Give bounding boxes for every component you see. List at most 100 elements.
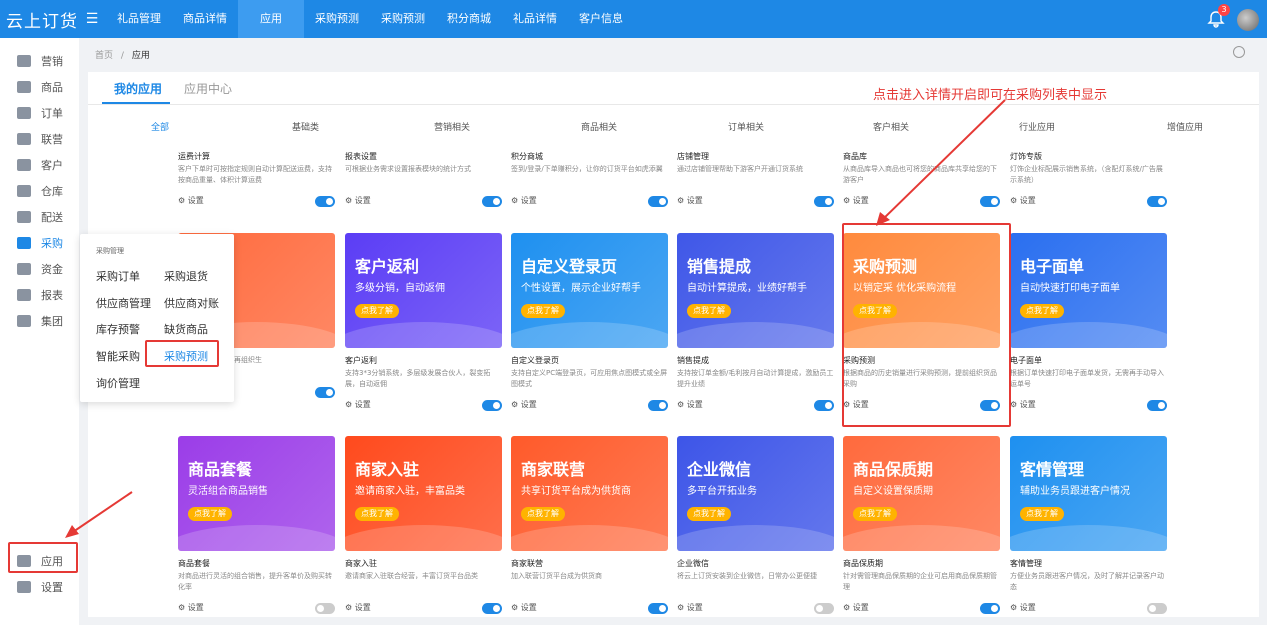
top-nav-item[interactable]: 采购预测: [304, 0, 370, 38]
category-tab[interactable]: 订单相关: [728, 120, 764, 133]
app-card[interactable]: 灯饰专版 灯饰企业标配展示销售系统，（含配灯系统/广告展示系统） ⚙ 设置: [1010, 151, 1167, 211]
card-banner[interactable]: 客情管理 辅助业务员跟进客户情况 点我了解: [1010, 436, 1167, 551]
app-card[interactable]: 店铺管理 通过店铺管理帮助下游客户开通订货系统 ⚙ 设置: [677, 151, 834, 211]
refresh-icon[interactable]: [1233, 46, 1245, 58]
learn-more-button[interactable]: 点我了解: [687, 507, 731, 521]
top-nav-item[interactable]: 客户信息: [568, 0, 634, 38]
learn-more-button[interactable]: 点我了解: [687, 304, 731, 318]
settings-link[interactable]: ⚙ 设置: [843, 195, 869, 206]
app-card[interactable]: 商家入驻 邀请商家入驻，丰富品类 点我了解 商家入驻 邀请商家入驻联合经营，丰富订货平台…: [345, 436, 502, 617]
settings-link[interactable]: ⚙ 设置: [677, 602, 703, 613]
category-tab[interactable]: 行业应用: [1019, 120, 1055, 133]
enable-toggle[interactable]: [648, 400, 668, 411]
sidebar-item[interactable]: 联营: [0, 126, 79, 152]
category-tab[interactable]: 增值应用: [1167, 120, 1203, 133]
submenu-item[interactable]: 供应商管理: [96, 295, 151, 311]
enable-toggle[interactable]: [814, 196, 834, 207]
top-nav-item[interactable]: 礼品管理: [106, 0, 172, 38]
breadcrumb-home[interactable]: 首页: [95, 51, 113, 61]
enable-toggle[interactable]: [1147, 196, 1167, 207]
enable-toggle[interactable]: [315, 603, 335, 614]
app-card[interactable]: 商品套餐 灵活组合商品销售 点我了解 商品套餐 对商品进行灵活的组合销售，提升客单价及购…: [178, 436, 335, 617]
app-card[interactable]: 商品保质期 自定义设置保质期 点我了解 商品保质期 针对需管理商品保质期的企业可启用商品…: [843, 436, 1000, 617]
enable-toggle[interactable]: [1147, 603, 1167, 614]
category-tab[interactable]: 客户相关: [873, 120, 909, 133]
settings-link[interactable]: ⚙ 设置: [345, 195, 371, 206]
app-card[interactable]: 运费计算 客户下单时可按指定规则自动计算配送运费，支持按商品重量、体积计算运费 ⚙ …: [178, 151, 335, 211]
category-tab[interactable]: 全部: [151, 120, 169, 133]
tab-my-apps[interactable]: 我的应用: [114, 80, 162, 97]
card-banner[interactable]: 电子面单 自动快速打印电子面单 点我了解: [1010, 233, 1167, 348]
category-tab[interactable]: 商品相关: [581, 120, 617, 133]
app-card[interactable]: 自定义登录页 个性设置，展示企业好帮手 点我了解 自定义登录页 支持自定义PC端登录页，…: [511, 233, 668, 415]
learn-more-button[interactable]: 点我了解: [1020, 507, 1064, 521]
sidebar-item[interactable]: 集团: [0, 308, 79, 334]
submenu-item[interactable]: 采购退货: [164, 268, 208, 284]
app-card[interactable]: 企业微信 多平台开拓业务 点我了解 企业微信 将云上订货安装到企业微信，日常办公更便捷 ⚙…: [677, 436, 834, 617]
enable-toggle[interactable]: [1147, 400, 1167, 411]
submenu-item[interactable]: 库存预警: [96, 321, 140, 337]
sidebar-item[interactable]: 订单: [0, 100, 79, 126]
enable-toggle[interactable]: [315, 196, 335, 207]
logo[interactable]: 云上订货: [0, 7, 78, 32]
settings-link[interactable]: ⚙ 设置: [1010, 399, 1036, 410]
enable-toggle[interactable]: [482, 603, 502, 614]
sidebar-item[interactable]: 报表: [0, 282, 79, 308]
top-nav-item[interactable]: 采购预测: [370, 0, 436, 38]
settings-link[interactable]: ⚙ 设置: [511, 195, 537, 206]
settings-link[interactable]: ⚙ 设置: [511, 602, 537, 613]
app-card[interactable]: 销售提成 自动计算提成，业绩好帮手 点我了解 销售提成 支持按订单金额/毛利按月自动计算…: [677, 233, 834, 415]
sidebar-item[interactable]: 仓库: [0, 178, 79, 204]
app-card[interactable]: 电子面单 自动快速打印电子面单 点我了解 电子面单 根据订单快速打印电子面单发货，无需再…: [1010, 233, 1167, 415]
app-card[interactable]: 商家联营 共享订货平台成为供货商 点我了解 商家联营 加入联营订货平台成为供货商 ⚙ 设置: [511, 436, 668, 617]
enable-toggle[interactable]: [980, 603, 1000, 614]
sidebar-item[interactable]: 商品: [0, 74, 79, 100]
card-banner[interactable]: 商家入驻 邀请商家入驻，丰富品类 点我了解: [345, 436, 502, 551]
enable-toggle[interactable]: [315, 387, 335, 398]
settings-link[interactable]: ⚙ 设置: [677, 195, 703, 206]
enable-toggle[interactable]: [648, 603, 668, 614]
settings-link[interactable]: ⚙ 设置: [677, 399, 703, 410]
sidebar-bottom-item[interactable]: 设置: [0, 574, 79, 600]
card-banner[interactable]: 客户返利 多级分销，自动返佣 点我了解: [345, 233, 502, 348]
sidebar-item[interactable]: 采购: [0, 230, 79, 256]
top-nav-item[interactable]: 礼品详情: [502, 0, 568, 38]
learn-more-button[interactable]: 点我了解: [521, 304, 565, 318]
submenu-item[interactable]: 智能采购: [96, 348, 140, 364]
learn-more-button[interactable]: 点我了解: [355, 507, 399, 521]
settings-link[interactable]: ⚙ 设置: [178, 602, 204, 613]
card-banner[interactable]: 销售提成 自动计算提成，业绩好帮手 点我了解: [677, 233, 834, 348]
submenu-item[interactable]: 缺货商品: [164, 321, 208, 337]
sidebar-item[interactable]: 客户: [0, 152, 79, 178]
settings-link[interactable]: ⚙ 设置: [1010, 195, 1036, 206]
sidebar-item[interactable]: 营销: [0, 48, 79, 74]
settings-link[interactable]: ⚙ 设置: [345, 399, 371, 410]
enable-toggle[interactable]: [980, 196, 1000, 207]
card-banner[interactable]: 自定义登录页 个性设置，展示企业好帮手 点我了解: [511, 233, 668, 348]
enable-toggle[interactable]: [814, 400, 834, 411]
card-banner[interactable]: 企业微信 多平台开拓业务 点我了解: [677, 436, 834, 551]
learn-more-button[interactable]: 点我了解: [853, 507, 897, 521]
submenu-item[interactable]: 采购订单: [96, 268, 140, 284]
card-banner[interactable]: 商家联营 共享订货平台成为供货商 点我了解: [511, 436, 668, 551]
learn-more-button[interactable]: 点我了解: [188, 507, 232, 521]
top-nav-item[interactable]: 应用: [238, 0, 304, 38]
learn-more-button[interactable]: 点我了解: [521, 507, 565, 521]
menu-toggle-icon[interactable]: ☰: [78, 11, 106, 27]
settings-link[interactable]: ⚙ 设置: [511, 399, 537, 410]
app-card[interactable]: 商品库 从商品库导入商品也可将您的商品库共享给您的下游客户 ⚙ 设置: [843, 151, 1000, 211]
tab-app-center[interactable]: 应用中心: [184, 80, 232, 97]
enable-toggle[interactable]: [814, 603, 834, 614]
learn-more-button[interactable]: 点我了解: [1020, 304, 1064, 318]
settings-link[interactable]: ⚙ 设置: [843, 602, 869, 613]
submenu-item[interactable]: 供应商对账: [164, 295, 219, 311]
settings-link[interactable]: ⚙ 设置: [1010, 602, 1036, 613]
app-card[interactable]: 报表设置 可根据业务需求设置报表模块的统计方式 ⚙ 设置: [345, 151, 502, 211]
top-nav-item[interactable]: 商品详情: [172, 0, 238, 38]
app-card[interactable]: 客户返利 多级分销，自动返佣 点我了解 客户返利 支持3*3分销系统，多层级发展合伙人，…: [345, 233, 502, 415]
settings-link[interactable]: ⚙ 设置: [178, 195, 204, 206]
enable-toggle[interactable]: [648, 196, 668, 207]
app-card[interactable]: 客情管理 辅助业务员跟进客户情况 点我了解 客情管理 方便业务员跟进客户情况，及时了解并…: [1010, 436, 1167, 617]
submenu-item[interactable]: 询价管理: [96, 375, 140, 391]
enable-toggle[interactable]: [482, 196, 502, 207]
